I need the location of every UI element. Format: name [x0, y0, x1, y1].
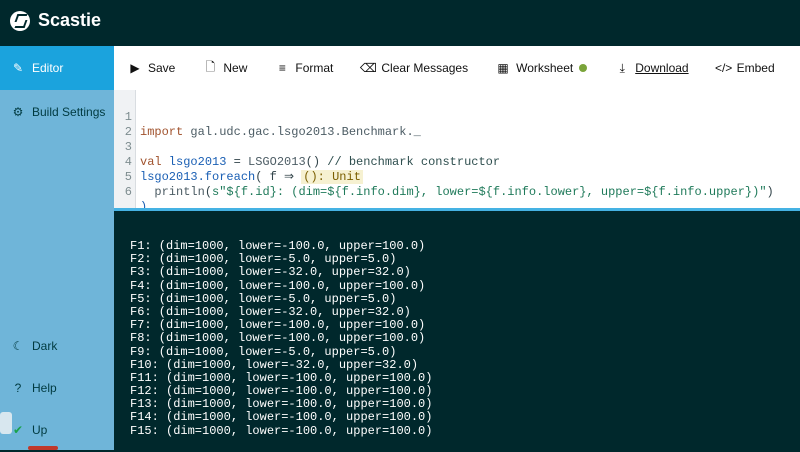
save-label: Save [148, 61, 176, 75]
gear-icon: ⚙ [12, 105, 24, 119]
format-button[interactable]: ≡ Format [261, 46, 347, 90]
console-line: F14: (dim=1000, lower=-100.0, upper=100.… [130, 410, 433, 425]
status-indicator-bar [28, 446, 58, 450]
sidebar-item-label: Up [32, 423, 48, 437]
sidebar: ✎ Editor ⚙ Build Settings ☾ Dark ? Help … [0, 46, 114, 450]
console-line: F9: (dim=1000, lower=-5.0, upper=5.0) [130, 344, 397, 359]
moon-icon: ☾ [12, 339, 24, 353]
play-icon: ▶ [130, 61, 140, 75]
sidebar-item-label: Editor [32, 61, 64, 75]
save-button[interactable]: ▶ Save [114, 46, 189, 90]
line-number: 6 [124, 185, 132, 199]
download-button[interactable]: ⤓ Download [601, 46, 702, 90]
embed-label: Embed [736, 61, 775, 75]
sidebar-item-editor[interactable]: ✎ Editor [0, 46, 114, 90]
eraser-icon: ⌫ [359, 61, 377, 75]
code-icon: </> [714, 61, 733, 75]
console-line: F3: (dim=1000, lower=-32.0, upper=32.0) [130, 265, 411, 280]
calendar-icon: ▦ [497, 61, 509, 75]
console-line: F4: (dim=1000, lower=-100.0, upper=100.0… [130, 278, 426, 293]
paren: ( [204, 185, 213, 199]
worksheet-button[interactable]: ▦ Worksheet [482, 46, 601, 90]
code-line: 3 val lsgo2013 = LSGO2013() // benchmark… [114, 125, 800, 169]
sidebar-item-dark[interactable]: ☾ Dark [0, 324, 114, 368]
paren: ) [766, 185, 774, 199]
console-line: F8: (dim=1000, lower=-100.0, upper=100.0… [130, 331, 426, 346]
new-button[interactable]: 🗋 New [189, 46, 261, 90]
worksheet-label: Worksheet [516, 61, 574, 75]
clear-messages-button[interactable]: ⌫ Clear Messages [347, 46, 482, 90]
output-console: F1: (dim=1000, lower=-100.0, upper=100.0… [114, 211, 800, 450]
console-line: F5: (dim=1000, lower=-5.0, upper=5.0) [130, 291, 397, 306]
console-line: F10: (dim=1000, lower=-32.0, upper=32.0) [130, 357, 419, 372]
align-left-icon: ≡ [278, 61, 286, 75]
code-editor[interactable]: 1 import gal.udc.gac.lsgo2013.Benchmark.… [114, 90, 800, 214]
code-line: 5 println(s"${f.id}: (dim=${f.info.dim},… [114, 155, 800, 199]
code-line: 2 [114, 110, 800, 139]
sidebar-item-label: Help [32, 381, 57, 395]
code-line: 6 ) [114, 170, 800, 214]
toolbar: ▶ Save 🗋 New ≡ Format ⌫ Clear Messages ▦… [114, 46, 800, 90]
function-name: println [154, 185, 205, 199]
sidebar-item-build-settings[interactable]: ⚙ Build Settings [0, 90, 114, 134]
clear-messages-label: Clear Messages [381, 61, 469, 75]
status-check-icon: ✔ [12, 423, 24, 437]
top-bar: Scastie [0, 0, 800, 46]
app-title: Scastie [38, 10, 102, 30]
scastie-logo[interactable]: Scastie [10, 10, 101, 31]
new-label: New [223, 61, 248, 75]
format-label: Format [295, 61, 334, 75]
file-icon: 🗋 [205, 59, 216, 74]
help-icon: ? [14, 381, 22, 395]
string-literal: s"${f.id}: (dim=${f.info.dim}, lower=${f… [212, 185, 767, 199]
worksheet-status-dot [579, 64, 588, 72]
edit-icon: ✎ [12, 61, 24, 75]
embed-button[interactable]: </> Embed [703, 46, 789, 90]
console-line: F15: (dim=1000, lower=-100.0, upper=100.… [130, 423, 433, 438]
sidebar-collapse-tab[interactable] [0, 412, 12, 434]
sidebar-item-help[interactable]: ? Help [0, 366, 114, 410]
sidebar-item-label: Build Settings [32, 105, 106, 119]
code-line: 1 import gal.udc.gac.lsgo2013.Benchmark.… [114, 95, 800, 139]
sidebar-item-label: Dark [32, 339, 58, 353]
download-icon: ⤓ [619, 60, 625, 75]
scastie-logo-icon [10, 10, 30, 31]
download-label: Download [635, 61, 689, 75]
code-line: 4 lsgo2013.foreach( f ⇒ (): Unit [114, 140, 800, 184]
